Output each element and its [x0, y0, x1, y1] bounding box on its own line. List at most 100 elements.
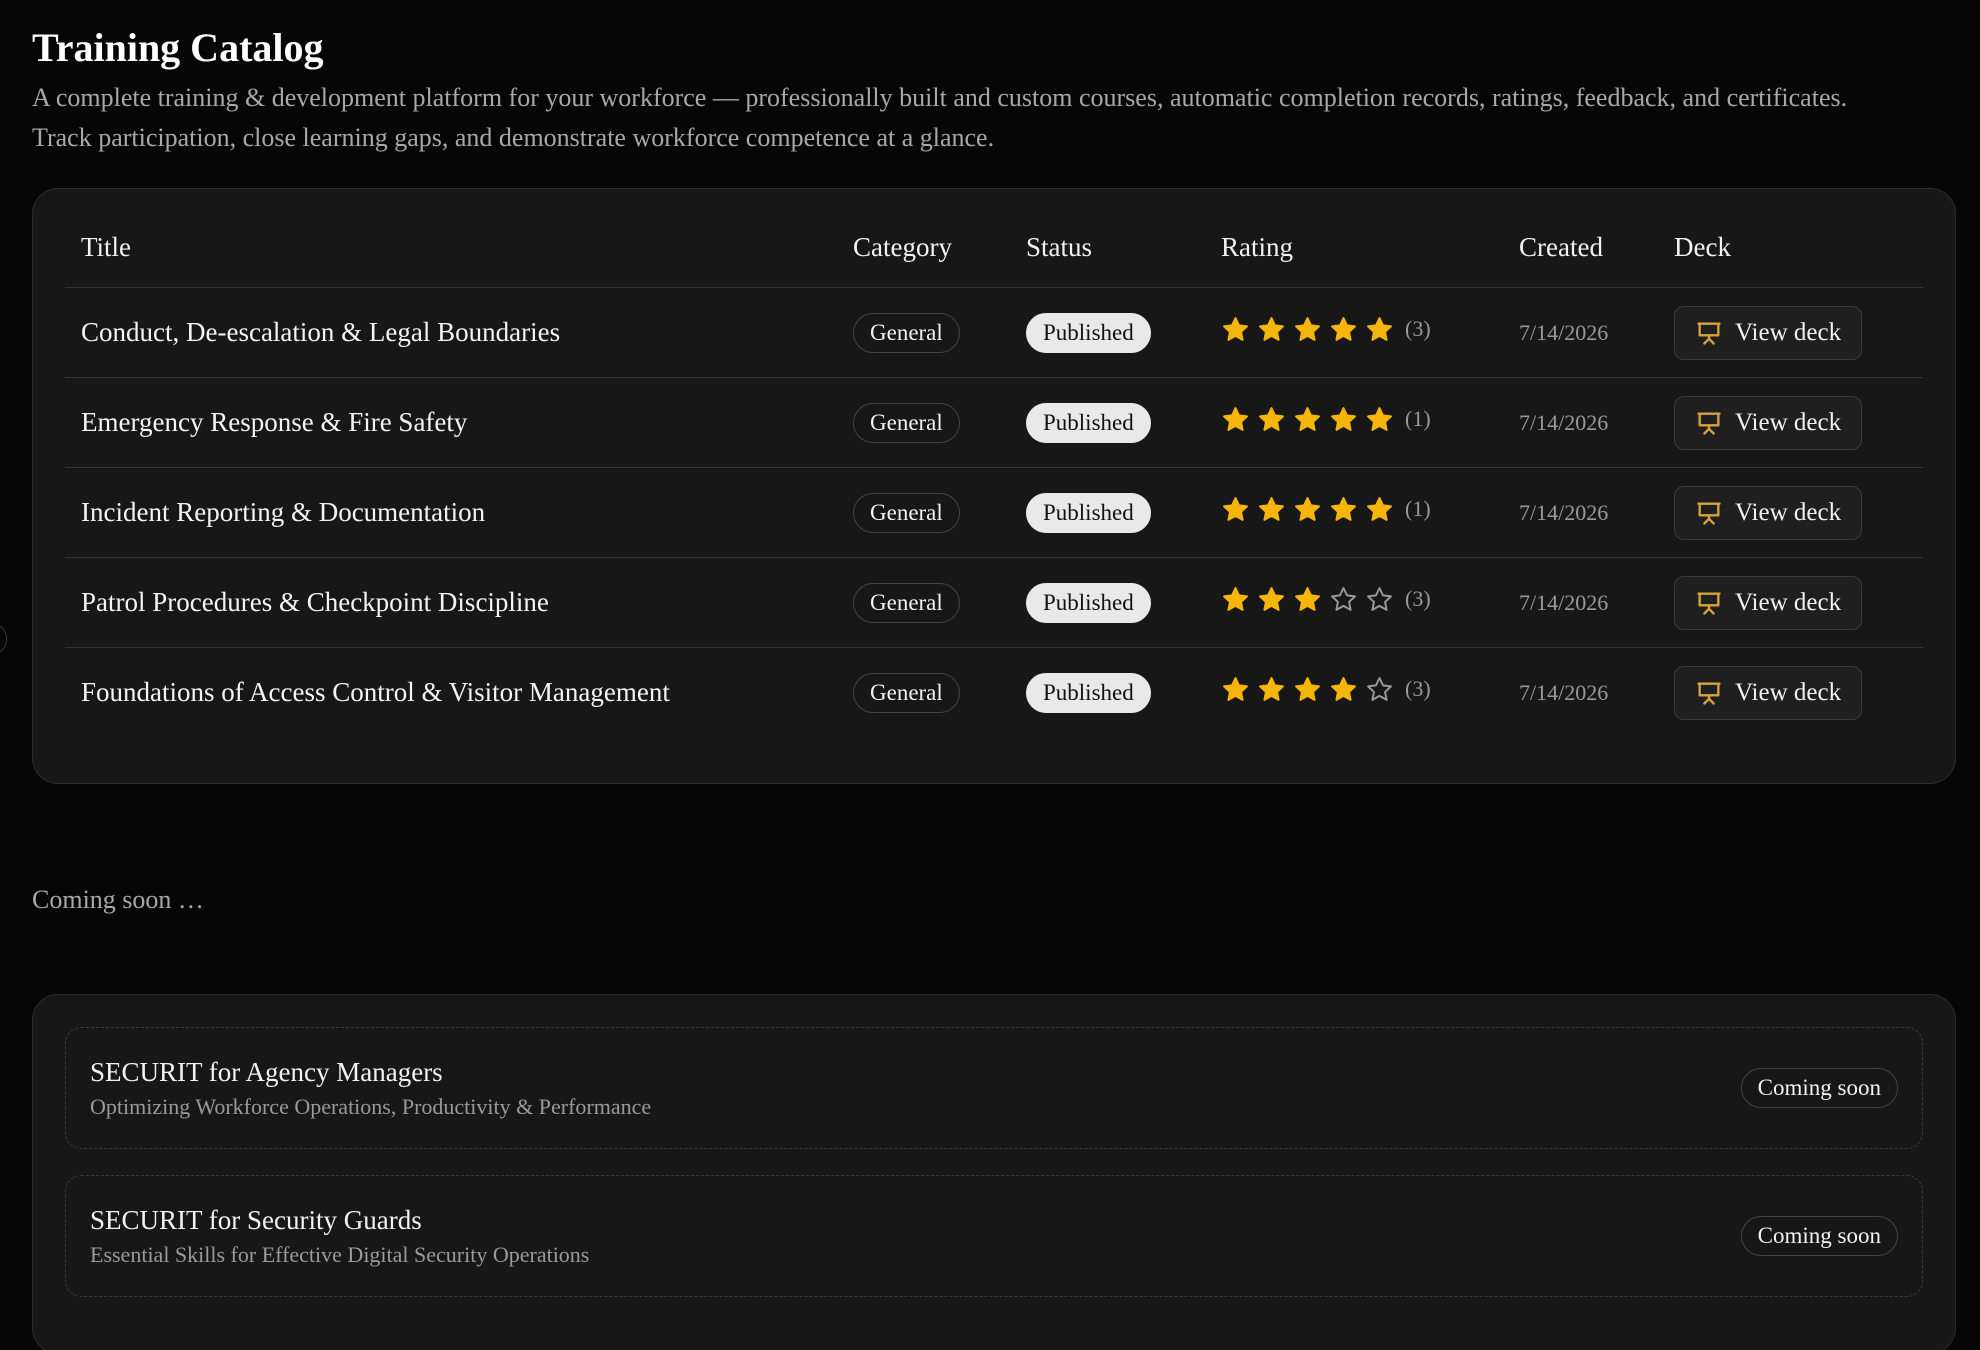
- course-title[interactable]: Incident Reporting & Documentation: [65, 467, 837, 558]
- course-title[interactable]: Patrol Procedures & Checkpoint Disciplin…: [65, 557, 837, 648]
- view-deck-label: View deck: [1735, 318, 1842, 346]
- created-date: 7/14/2026: [1503, 467, 1658, 558]
- star-filled-icon: [1293, 315, 1322, 344]
- star-rating: (1): [1221, 405, 1431, 434]
- table-row[interactable]: Patrol Procedures & Checkpoint Disciplin…: [65, 557, 1923, 648]
- view-deck-label: View deck: [1735, 408, 1842, 436]
- column-header-category[interactable]: Category: [837, 207, 1010, 288]
- coming-soon-label: Coming soon …: [32, 885, 204, 914]
- star-filled-icon: [1293, 675, 1322, 704]
- coming-soon-item-text: SECURIT for Agency Managers Optimizing W…: [90, 1053, 651, 1123]
- coming-soon-item-security-guards: SECURIT for Security Guards Essential Sk…: [65, 1175, 1923, 1297]
- view-deck-button[interactable]: View deck: [1674, 575, 1863, 630]
- status-badge: Published: [1026, 492, 1151, 533]
- course-title[interactable]: Emergency Response & Fire Safety: [65, 377, 837, 468]
- column-header-status[interactable]: Status: [1010, 207, 1205, 288]
- rating-cell: (3): [1205, 648, 1503, 738]
- column-header-title[interactable]: Title: [65, 207, 837, 288]
- view-deck-label: View deck: [1735, 678, 1842, 706]
- presentation-icon: [1695, 319, 1723, 347]
- coming-soon-item-title: SECURIT for Security Guards: [90, 1205, 422, 1235]
- status-cell: Published: [1010, 377, 1205, 468]
- status-badge: Published: [1026, 402, 1151, 443]
- deck-cell: View deck: [1658, 557, 1923, 648]
- star-filled-icon: [1257, 675, 1286, 704]
- table-row[interactable]: Emergency Response & Fire Safety General P…: [65, 377, 1923, 468]
- coming-soon-item-subtitle: Essential Skills for Effective Digital S…: [90, 1242, 590, 1267]
- status-cell: Published: [1010, 557, 1205, 648]
- status-cell: Published: [1010, 287, 1205, 378]
- deck-cell: View deck: [1658, 377, 1923, 468]
- star-filled-icon: [1329, 315, 1358, 344]
- catalog-table: Title Category Status Rating Created Dec…: [65, 207, 1923, 737]
- status-cell: Published: [1010, 467, 1205, 558]
- status-badge: Published: [1026, 312, 1151, 353]
- star-rating: (1): [1221, 495, 1431, 524]
- column-header-created[interactable]: Created: [1503, 207, 1658, 288]
- status-badge: Published: [1026, 582, 1151, 623]
- catalog-table-card: Title Category Status Rating Created Dec…: [32, 188, 1956, 784]
- rating-count: (1): [1405, 496, 1431, 521]
- coming-soon-item-text: SECURIT for Security Guards Essential Sk…: [90, 1201, 589, 1271]
- course-title[interactable]: Foundations of Access Control & Visitor …: [65, 648, 837, 738]
- presentation-icon: [1695, 499, 1723, 527]
- table-row[interactable]: Conduct, De-escalation & Legal Boundarie…: [65, 287, 1923, 378]
- rating-count: (1): [1405, 406, 1431, 431]
- star-filled-icon: [1365, 495, 1394, 524]
- presentation-icon: [1695, 679, 1723, 707]
- view-deck-button[interactable]: View deck: [1674, 485, 1863, 540]
- category-cell: General: [837, 287, 1010, 378]
- category-cell: General: [837, 557, 1010, 648]
- side-panel-handle[interactable]: [0, 624, 7, 654]
- star-filled-icon: [1257, 495, 1286, 524]
- rating-cell: (1): [1205, 377, 1503, 468]
- rating-cell: (3): [1205, 287, 1503, 378]
- star-filled-icon: [1257, 585, 1286, 614]
- created-date: 7/14/2026: [1519, 679, 1609, 705]
- column-header-rating[interactable]: Rating: [1205, 207, 1503, 288]
- category-cell: General: [837, 377, 1010, 468]
- star-empty-icon: [1329, 585, 1358, 614]
- coming-soon-item-title: SECURIT for Agency Managers: [90, 1057, 443, 1087]
- star-filled-icon: [1365, 405, 1394, 434]
- created-date: 7/14/2026: [1503, 377, 1658, 468]
- category-badge: General: [853, 672, 960, 713]
- table-row[interactable]: Incident Reporting & Documentation Genera…: [65, 467, 1923, 558]
- star-filled-icon: [1329, 495, 1358, 524]
- page-description: A complete training & development platfo…: [32, 83, 1848, 152]
- course-title[interactable]: Conduct, De-escalation & Legal Boundarie…: [65, 287, 837, 378]
- presentation-icon: [1695, 409, 1723, 437]
- category-badge: General: [853, 492, 960, 533]
- star-filled-icon: [1329, 675, 1358, 704]
- view-deck-button[interactable]: View deck: [1674, 395, 1863, 450]
- star-rating: (3): [1221, 675, 1431, 704]
- column-header-deck: Deck: [1658, 207, 1923, 288]
- page-title: Training Catalog: [32, 25, 324, 70]
- status-cell: Published: [1010, 648, 1205, 738]
- star-filled-icon: [1257, 315, 1286, 344]
- category-badge: General: [853, 312, 960, 353]
- star-filled-icon: [1329, 405, 1358, 434]
- rating-cell: (1): [1205, 467, 1503, 558]
- star-filled-icon: [1293, 495, 1322, 524]
- view-deck-button[interactable]: View deck: [1674, 305, 1863, 360]
- coming-soon-badge: Coming soon: [1740, 1216, 1898, 1256]
- star-rating: (3): [1221, 585, 1431, 614]
- star-filled-icon: [1293, 405, 1322, 434]
- star-filled-icon: [1293, 585, 1322, 614]
- view-deck-label: View deck: [1735, 588, 1842, 616]
- star-filled-icon: [1221, 585, 1250, 614]
- category-cell: General: [837, 648, 1010, 738]
- star-empty-icon: [1365, 675, 1394, 704]
- status-badge: Published: [1026, 672, 1151, 713]
- table-row[interactable]: Foundations of Access Control & Visitor …: [65, 648, 1923, 738]
- coming-soon-card: SECURIT for Agency Managers Optimizing W…: [32, 994, 1956, 1350]
- star-filled-icon: [1365, 315, 1394, 344]
- star-filled-icon: [1221, 495, 1250, 524]
- star-empty-icon: [1365, 585, 1394, 614]
- created-date: 7/14/2026: [1503, 557, 1658, 648]
- coming-soon-item-agency-managers: SECURIT for Agency Managers Optimizing W…: [65, 1027, 1923, 1149]
- deck-cell: View deck: [1658, 648, 1923, 738]
- view-deck-button[interactable]: View deck: [1674, 665, 1863, 720]
- created-date: 7/14/2026: [1503, 287, 1658, 378]
